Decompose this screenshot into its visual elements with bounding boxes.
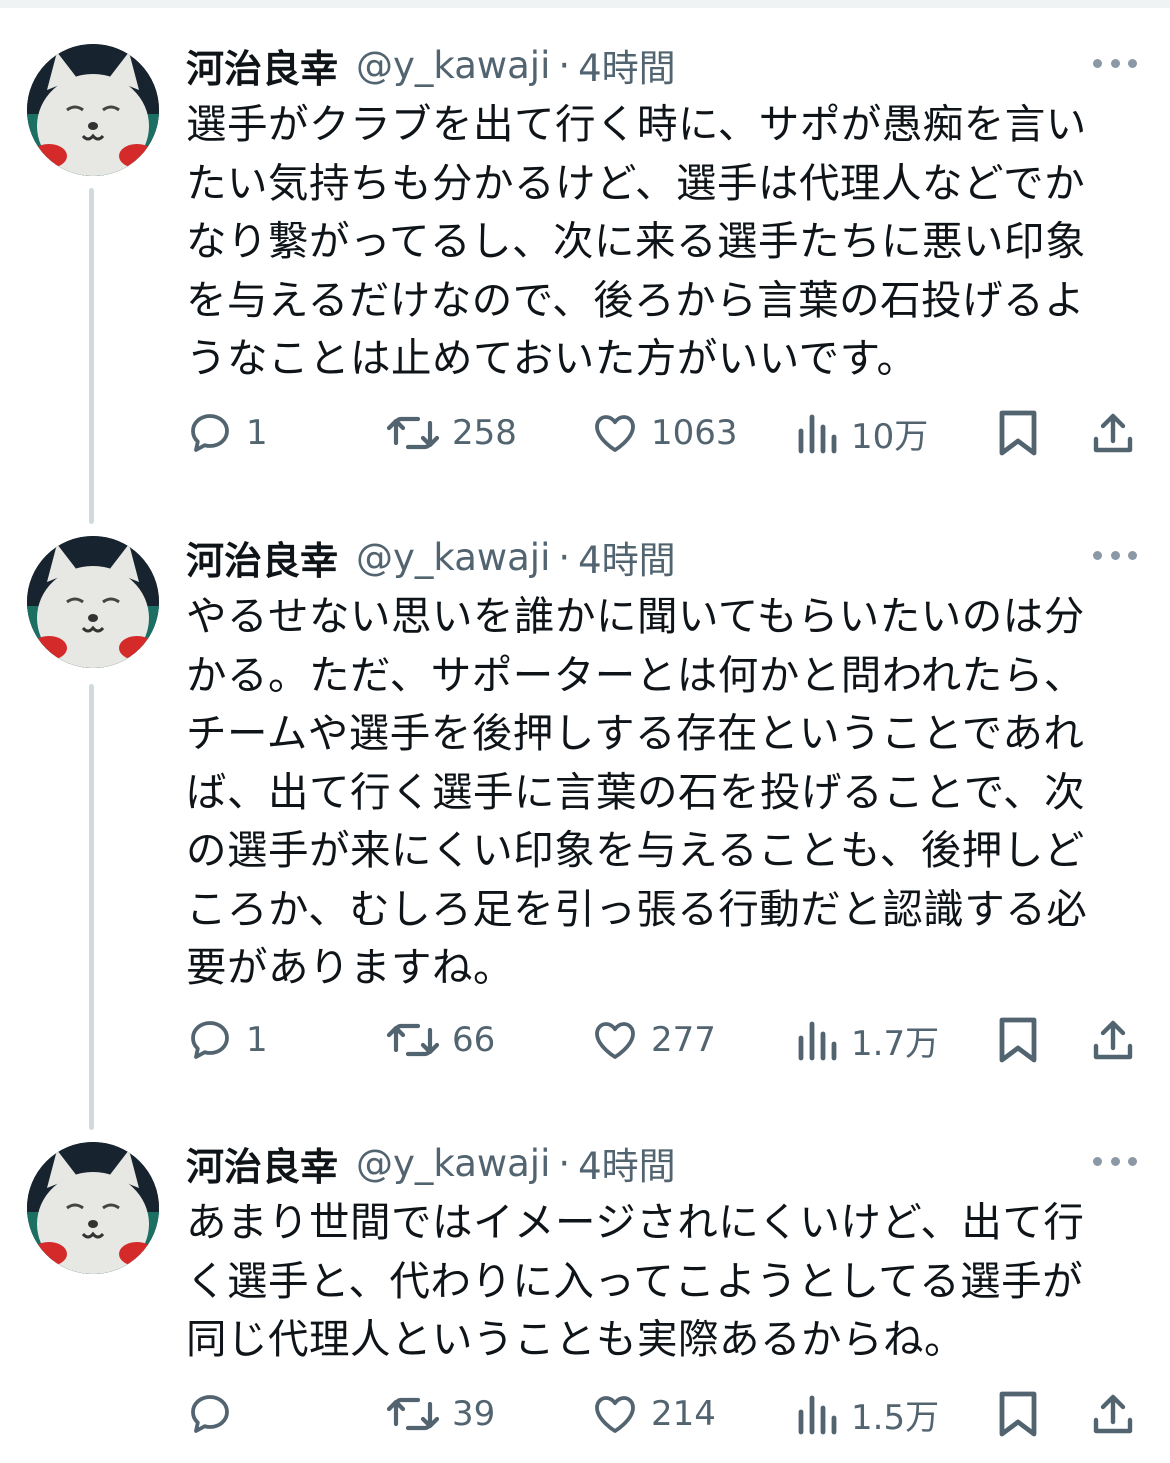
reply-button[interactable]: [186, 1384, 246, 1444]
author-name[interactable]: 河治良幸: [186, 38, 338, 93]
avatar[interactable]: [27, 44, 159, 176]
reply-icon: [191, 1021, 229, 1059]
views-button[interactable]: 1.5万: [795, 1384, 939, 1444]
reply-icon: [191, 1395, 229, 1433]
timestamp[interactable]: 4時間: [578, 38, 676, 92]
views-count: 10万: [851, 416, 929, 457]
repost-button[interactable]: 258: [386, 403, 517, 463]
views-icon: [798, 1021, 837, 1061]
separator: ·: [558, 43, 571, 87]
reply-count: 1: [246, 413, 268, 453]
author-handle[interactable]: @y_kawaji: [356, 536, 550, 579]
like-button[interactable]: 214: [591, 1384, 716, 1444]
tweet-text-line: やるせない思いを誰かに聞いてもらいたいのは分: [186, 592, 1085, 640]
heart-icon: [595, 1022, 635, 1059]
bookmark-icon: [999, 410, 1037, 456]
bookmark-icon: [999, 1391, 1037, 1437]
tweet-text-line: たい気持ちも分かるけど、選手は代理人などでか: [186, 158, 1086, 207]
views-button[interactable]: 1.7万: [795, 1010, 939, 1070]
more-icon[interactable]: [1093, 53, 1137, 73]
repost-count: 66: [452, 1020, 496, 1060]
more-icon[interactable]: [1093, 1151, 1137, 1171]
timestamp[interactable]: 4時間: [578, 1136, 676, 1190]
separator: ·: [558, 1141, 571, 1185]
timestamp[interactable]: 4時間: [578, 530, 676, 584]
reply-button[interactable]: 1: [186, 1010, 268, 1070]
share-icon: [1093, 1394, 1133, 1434]
tweet-header: 河治良幸 @y_kawaji · 4時間: [186, 530, 676, 585]
reply-button[interactable]: 1: [186, 403, 268, 463]
like-count: 1063: [651, 413, 738, 453]
more-icon[interactable]: [1093, 545, 1137, 565]
author-name[interactable]: 河治良幸: [186, 530, 338, 585]
tweet-text-line: の選手が来にくい印象を与えることも、後押しど: [186, 826, 1085, 874]
tweet-text-line: なり繋がってるし、次に来る選手たちに悪い印象: [186, 217, 1086, 265]
bookmark-button[interactable]: [996, 1384, 1040, 1444]
author-name[interactable]: 河治良幸: [186, 1136, 338, 1191]
heart-icon: [595, 1396, 635, 1433]
repost-button[interactable]: 66: [386, 1010, 495, 1070]
reply-icon: [191, 414, 229, 452]
repost-icon: [386, 416, 440, 450]
heart-icon: [595, 415, 635, 452]
tweet-text-line: 同じ代理人ということも実際あるからね。: [186, 1315, 965, 1363]
tweet-text: あまり世間ではイメージされにくいけど、出て行 く選手と、代わりに入ってこようとし…: [186, 1193, 1126, 1369]
tweet-text-line: ば、出て行く選手に言葉の石を投げることで、次: [186, 767, 1086, 816]
like-count: 277: [651, 1020, 716, 1060]
thread-connector: [89, 188, 94, 524]
avatar[interactable]: [27, 536, 159, 668]
share-button[interactable]: [1089, 1010, 1137, 1070]
tweet-text-line: あまり世間ではイメージされにくいけど、出て行: [186, 1198, 1085, 1246]
views-icon: [798, 1395, 837, 1435]
like-count: 214: [651, 1394, 716, 1434]
like-button[interactable]: 1063: [591, 403, 738, 463]
tweet-text-line: く選手と、代わりに入ってこようとしてる選手が: [186, 1256, 1084, 1305]
bookmark-icon: [999, 1017, 1037, 1063]
tweet-header: 河治良幸 @y_kawaji · 4時間: [186, 38, 676, 93]
tweet-text-line: を与えるだけなので、後ろから言葉の石投げるよ: [186, 275, 1086, 324]
action-bar: 1 66 277 1.7万: [0, 1010, 1170, 1070]
separator: ·: [558, 535, 571, 579]
author-handle[interactable]: @y_kawaji: [356, 44, 550, 87]
tweet-text-line: うなことは止めておいた方がいいです。: [186, 334, 918, 382]
bookmark-button[interactable]: [996, 403, 1040, 463]
tweet-text-line: 要がありますね。: [186, 943, 514, 991]
share-button[interactable]: [1089, 1384, 1137, 1444]
author-handle[interactable]: @y_kawaji: [356, 1142, 550, 1185]
action-bar: 39 214 1.5万: [0, 1384, 1170, 1444]
repost-icon: [386, 1023, 440, 1057]
tweet-text: 選手がクラブを出て行く時に、サポが愚痴を言い たい気持ちも分かるけど、選手は代理…: [186, 95, 1126, 388]
share-icon: [1093, 1020, 1133, 1060]
views-icon: [798, 414, 837, 454]
like-button[interactable]: 277: [591, 1010, 716, 1070]
share-icon: [1093, 413, 1133, 453]
action-bar: 1 258 1063 10万: [0, 403, 1170, 463]
views-button[interactable]: 10万: [795, 403, 928, 463]
repost-count: 39: [452, 1394, 496, 1434]
tweet-text-line: かる。ただ、サポーターとは何かと問われたら、: [186, 650, 1085, 699]
reply-count: 1: [246, 1020, 268, 1060]
repost-count: 258: [452, 413, 517, 453]
top-divider: [0, 0, 1170, 8]
tweet-text-line: ころか、むしろ足を引っ張る行動だと認識する必: [186, 884, 1088, 933]
share-button[interactable]: [1089, 403, 1137, 463]
avatar[interactable]: [27, 1142, 159, 1274]
bookmark-button[interactable]: [996, 1010, 1040, 1070]
views-count: 1.5万: [851, 1397, 940, 1438]
tweet-text: やるせない思いを誰かに聞いてもらいたいのは分 かる。ただ、サポーターとは何かと問…: [186, 587, 1126, 997]
views-count: 1.7万: [851, 1023, 940, 1064]
repost-button[interactable]: 39: [386, 1384, 495, 1444]
tweet-text-line: チームや選手を後押しする存在ということであれ: [186, 709, 1085, 757]
tweet-header: 河治良幸 @y_kawaji · 4時間: [186, 1136, 676, 1191]
tweet-text-line: 選手がクラブを出て行く時に、サポが愚痴を言い: [186, 100, 1087, 148]
repost-icon: [386, 1397, 440, 1431]
